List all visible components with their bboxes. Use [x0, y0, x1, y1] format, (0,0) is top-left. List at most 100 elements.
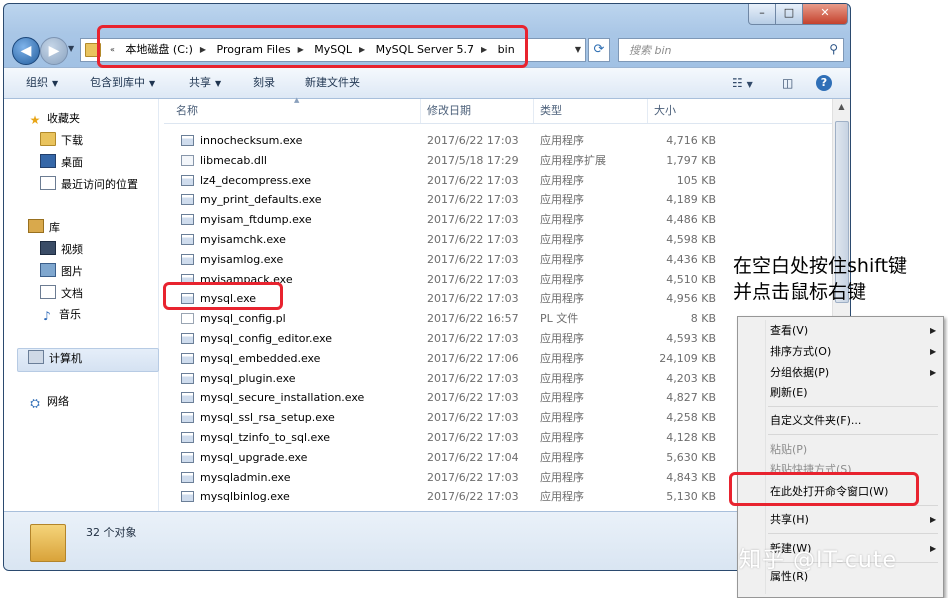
- command-window-highlight: [729, 472, 919, 506]
- nav-pictures[interactable]: 图片: [40, 262, 83, 282]
- organize-button[interactable]: 组织 ▼: [26, 68, 58, 99]
- menu-item-view[interactable]: 查看(V): [770, 321, 808, 341]
- executable-icon: [181, 352, 194, 364]
- file-row[interactable]: myisam_ftdump.exe 2017/6/22 17:03 应用程序 4,48…: [164, 210, 724, 230]
- file-row[interactable]: mysqlbinlog.exe 2017/6/22 17:03 应用程序 5,130 …: [164, 487, 724, 507]
- nav-network[interactable]: ⛭ 网络: [28, 392, 69, 412]
- picture-icon: [40, 263, 56, 277]
- file-name: mysql_config_editor.exe: [200, 332, 333, 345]
- menu-item-refresh[interactable]: 刷新(E): [770, 383, 808, 403]
- command-bar: 组织 ▼ 包含到库中 ▼ 共享 ▼ 刻录 新建文件夹 ☷ ▼ ◫ ?: [4, 67, 850, 99]
- details-pane: 32 个对象: [4, 511, 850, 570]
- file-type: 应用程序: [540, 450, 584, 464]
- file-type: 应用程序: [540, 371, 584, 385]
- nav-videos[interactable]: 视频: [40, 240, 83, 260]
- file-name: libmecab.dll: [200, 153, 267, 167]
- file-type: 应用程序: [540, 134, 584, 147]
- burn-button[interactable]: 刻录: [253, 68, 275, 98]
- nav-desktop[interactable]: 桌面: [40, 153, 83, 173]
- video-icon: [40, 241, 56, 255]
- column-size[interactable]: 大小: [647, 99, 727, 123]
- file-row[interactable]: mysql_config.pl 2017/6/22 16:57 PL 文件 8 KB: [164, 309, 724, 329]
- column-date[interactable]: 修改日期: [420, 99, 530, 123]
- nav-music[interactable]: ♪ 音乐: [40, 305, 81, 325]
- include-library-button[interactable]: 包含到库中 ▼: [90, 68, 155, 99]
- file-row[interactable]: mysqladmin.exe 2017/6/22 17:03 应用程序 4,843 K…: [164, 468, 724, 488]
- chevron-down-icon: ▼: [149, 79, 156, 88]
- nav-computer-label: 计算机: [49, 352, 82, 365]
- minimize-button[interactable]: –: [748, 4, 776, 25]
- menu-item-customize[interactable]: 自定义文件夹(F)...: [770, 411, 861, 431]
- search-icon[interactable]: ⚲: [829, 42, 838, 56]
- file-row[interactable]: mysql_upgrade.exe 2017/6/22 17:04 应用程序 5,63…: [164, 448, 724, 468]
- executable-icon: [181, 214, 194, 226]
- new-folder-button[interactable]: 新建文件夹: [305, 68, 360, 98]
- file-type: 应用程序扩展: [540, 153, 606, 167]
- file-row[interactable]: mysql_tzinfo_to_sql.exe 2017/6/22 17:03 应用…: [164, 428, 724, 448]
- file-date: 2017/6/22 17:03: [427, 371, 519, 385]
- menu-item-sort[interactable]: 排序方式(O): [770, 342, 831, 362]
- file-row[interactable]: mysql_plugin.exe 2017/6/22 17:03 应用程序 4,203…: [164, 369, 724, 389]
- file-row[interactable]: myisamchk.exe 2017/6/22 17:03 应用程序 4,598 KB: [164, 230, 724, 250]
- file-row[interactable]: mysql_embedded.exe 2017/6/22 17:06 应用程序 24,…: [164, 349, 724, 369]
- include-library-label: 包含到库中: [90, 76, 145, 89]
- nav-pictures-label: 图片: [61, 265, 83, 278]
- search-input[interactable]: [627, 42, 821, 59]
- sort-ascending-icon: ▲: [294, 96, 300, 104]
- file-size: 4,716 KB: [666, 134, 716, 147]
- chevron-down-icon[interactable]: ▼: [575, 39, 581, 61]
- file-row[interactable]: lz4_decompress.exe 2017/6/22 17:03 应用程序 105…: [164, 171, 724, 191]
- file-row[interactable]: mysql_config_editor.exe 2017/6/22 17:03 应用…: [164, 329, 724, 349]
- file-date: 2017/6/22 17:03: [427, 470, 519, 484]
- history-dropdown[interactable]: ▼: [68, 44, 74, 53]
- menu-item-group[interactable]: 分组依据(P): [770, 363, 829, 383]
- nav-videos-label: 视频: [61, 243, 83, 256]
- file-row[interactable]: mysql_secure_installation.exe 2017/6/22 1…: [164, 388, 724, 408]
- annotation-line: 在空白处按住shift键: [733, 255, 908, 277]
- back-button[interactable]: ◀: [12, 37, 40, 65]
- nav-downloads[interactable]: 下载: [40, 131, 83, 151]
- nav-downloads-label: 下载: [61, 134, 83, 147]
- view-options-button[interactable]: ☷ ▼: [732, 75, 753, 91]
- nav-documents[interactable]: 文档: [40, 284, 83, 304]
- executable-icon: [181, 372, 194, 384]
- file-row[interactable]: libmecab.dll 2017/5/18 17:29 应用程序扩展 1,797 K…: [164, 151, 724, 171]
- file-size: 4,956 KB: [666, 292, 716, 306]
- file-row[interactable]: innochecksum.exe 2017/6/22 17:03 应用程序 4,716…: [164, 131, 724, 151]
- minimize-icon: –: [759, 6, 765, 19]
- chevron-down-icon: ▼: [746, 80, 753, 89]
- desktop-icon: [40, 154, 56, 168]
- menu-item-share[interactable]: 共享(H): [770, 510, 809, 530]
- refresh-button[interactable]: ⟳: [588, 38, 610, 62]
- file-type: 应用程序: [540, 292, 584, 306]
- organize-label: 组织: [26, 76, 48, 89]
- close-button[interactable]: ✕: [802, 4, 848, 25]
- nav-recent[interactable]: 最近访问的位置: [40, 175, 138, 195]
- help-button[interactable]: ?: [816, 75, 832, 91]
- scroll-up-icon[interactable]: ▲: [833, 102, 850, 111]
- file-size: 24,109 KB: [659, 351, 716, 365]
- file-size: 5,130 KB: [666, 490, 716, 504]
- share-button[interactable]: 共享 ▼: [189, 68, 221, 99]
- nav-libraries-label: 库: [49, 221, 60, 234]
- maximize-button[interactable]: □: [775, 4, 803, 25]
- executable-icon: [181, 451, 194, 463]
- file-row[interactable]: myisamlog.exe 2017/6/22 17:03 应用程序 4,436 KB: [164, 250, 724, 270]
- nav-libraries[interactable]: 库: [28, 218, 60, 238]
- menu-separator: [768, 434, 938, 435]
- file-date: 2017/6/22 17:06: [427, 351, 519, 365]
- address-highlight: [97, 25, 528, 68]
- file-row[interactable]: mysql_ssl_rsa_setup.exe 2017/6/22 17:03 应用…: [164, 408, 724, 428]
- file-row[interactable]: my_print_defaults.exe 2017/6/22 17:03 应用程序…: [164, 190, 724, 210]
- nav-documents-label: 文档: [61, 287, 83, 300]
- nav-favorites[interactable]: ★ 收藏夹: [28, 109, 80, 129]
- item-count: 32 个对象: [86, 526, 137, 539]
- column-type[interactable]: 类型: [533, 99, 646, 123]
- preview-pane-button[interactable]: ◫: [782, 75, 793, 91]
- watermark: 知乎 @IT-cute: [739, 548, 898, 573]
- file-type: 应用程序: [540, 470, 584, 484]
- forward-button[interactable]: ▶: [40, 37, 68, 65]
- file-date: 2017/6/22 16:57: [427, 312, 519, 326]
- nav-computer[interactable]: 计算机: [28, 349, 82, 369]
- chevron-down-icon: ▼: [215, 79, 222, 88]
